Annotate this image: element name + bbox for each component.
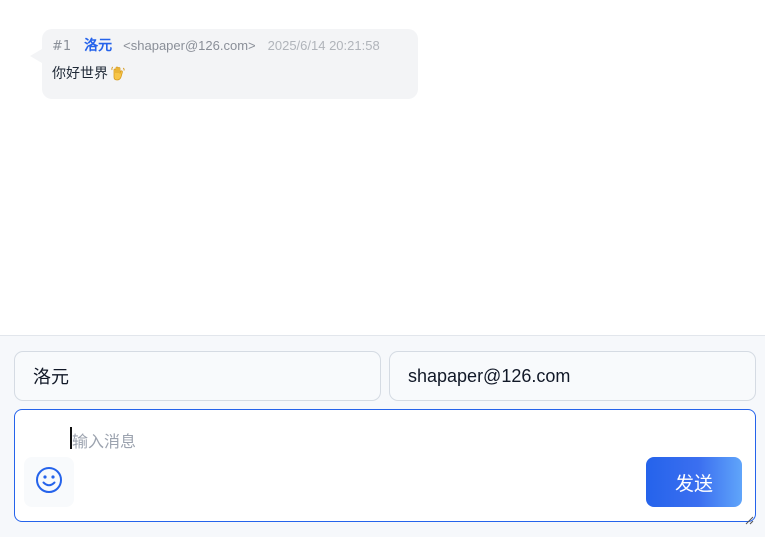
compose-panel: 洛元 shapaper@126.com 输入消息 发送 <box>0 335 765 537</box>
chat-app: #1 洛元 <shapaper@126.com> 2025/6/14 20:21… <box>0 0 765 537</box>
smiley-icon <box>35 466 63 498</box>
message-list: #1 洛元 <shapaper@126.com> 2025/6/14 20:21… <box>0 0 765 335</box>
message-author: 洛元 <box>84 38 113 54</box>
message-input[interactable]: 输入消息 发送 <box>14 409 756 525</box>
message-timestamp: 2025/6/14 20:21:58 <box>267 38 380 53</box>
message-placeholder: 输入消息 <box>72 432 137 451</box>
message-bubble: #1 洛元 <shapaper@126.com> 2025/6/14 20:21… <box>42 29 418 99</box>
email-field[interactable]: shapaper@126.com <box>389 351 756 401</box>
waving-hand-icon <box>110 65 126 81</box>
name-field[interactable]: 洛元 <box>14 351 381 401</box>
message-text: 你好世界 <box>52 66 108 82</box>
emoji-button[interactable] <box>24 457 74 507</box>
message-email: <shapaper@126.com> <box>123 38 256 53</box>
resize-grip-icon[interactable] <box>744 510 754 525</box>
message-index: #1 <box>52 39 72 54</box>
message-meta: #1 洛元 <shapaper@126.com> 2025/6/14 20:21… <box>52 35 408 54</box>
message-body: 你好世界 <box>52 63 408 83</box>
bubble-tail <box>30 49 42 63</box>
send-button[interactable]: 发送 <box>646 457 742 507</box>
